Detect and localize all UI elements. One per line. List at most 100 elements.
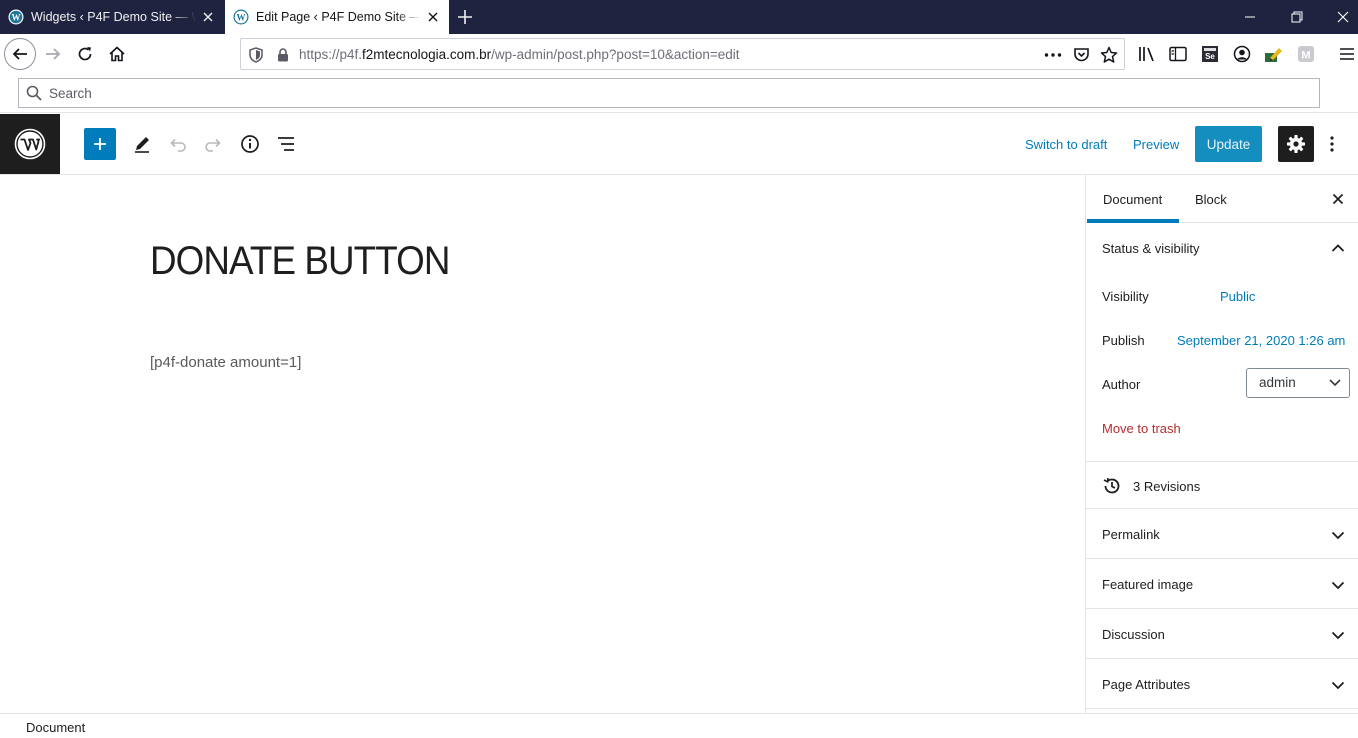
forward-button[interactable] [37,38,69,70]
reload-icon [78,47,92,61]
status-visibility-panel-toggle[interactable]: Status & visibility [1102,241,1200,256]
lock-icon[interactable] [274,46,292,64]
close-icon [1332,193,1344,205]
chevron-down-icon[interactable] [1330,677,1346,693]
tab-close-icon[interactable] [425,9,441,25]
breadcrumb-document[interactable]: Document [26,720,85,735]
author-label: Author [1102,377,1141,392]
hamburger-menu-icon[interactable] [1336,43,1358,65]
account-icon[interactable] [1231,43,1253,65]
vertical-ellipsis-icon [1330,136,1334,152]
tab-close-icon[interactable] [200,9,216,25]
reload-button[interactable] [69,38,101,70]
content-structure-button[interactable] [236,130,264,158]
visibility-toggle[interactable]: Public [1220,289,1255,304]
extension-m-icon[interactable]: M [1295,43,1317,65]
sidebar-toggle-icon[interactable] [1167,43,1189,65]
tab-document[interactable]: Document [1103,192,1162,207]
editor-canvas: DONATE BUTTON [p4f-donate amount=1] [0,175,1085,713]
arrow-right-icon [46,48,61,60]
editor-header: Switch to draft Preview Update [0,114,1358,175]
wordpress-logo-icon [14,128,46,160]
wordpress-favicon-icon: W [233,9,249,25]
restore-window-icon[interactable] [1286,6,1308,28]
extension-pencil-icon[interactable] [1263,43,1285,65]
home-icon [109,46,125,62]
list-view-icon [278,137,294,151]
gear-icon [1287,135,1305,153]
minimize-window-icon[interactable] [1239,6,1261,28]
home-button[interactable] [101,38,133,70]
settings-button[interactable] [1278,126,1314,162]
add-block-button[interactable] [84,128,116,160]
undo-icon [170,138,186,152]
browser-nav-bar: https://p4f.f2mtecnologia.com.br/wp-admi… [0,34,1358,74]
url-bar[interactable]: https://p4f.f2mtecnologia.com.br/wp-admi… [240,38,1125,70]
visibility-label: Visibility [1102,289,1149,304]
url-path: /wp-admin/post.php?post=10&action=edit [491,47,740,62]
update-button[interactable]: Update [1195,126,1262,162]
chevron-down-icon[interactable] [1330,527,1346,543]
undo-button[interactable] [164,130,192,158]
browser-tab-edit-page[interactable]: W Edit Page ‹ P4F Demo Site — WordPress [225,0,449,34]
redo-icon [205,138,221,152]
tracking-shield-icon[interactable] [247,46,265,64]
block-navigation-button[interactable] [272,130,300,158]
chevron-down-icon[interactable] [1330,577,1346,593]
search-input[interactable]: Search [18,78,1320,108]
redo-button[interactable] [199,130,227,158]
divider [1086,708,1358,709]
close-sidebar-button[interactable] [1330,191,1346,207]
library-icon[interactable] [1136,43,1158,65]
svg-text:M: M [1301,50,1310,62]
tab-block[interactable]: Block [1195,192,1227,207]
revisions-link[interactable]: 3 Revisions [1102,476,1200,496]
chevron-up-icon[interactable] [1330,240,1346,256]
page-attributes-panel-toggle[interactable]: Page Attributes [1102,677,1190,692]
url-domain: f2mtecnologia.com.br [362,47,492,62]
sidebar-tabs: Document Block [1086,175,1358,223]
author-select[interactable]: admin [1246,368,1350,398]
browser-tab-widgets[interactable]: W Widgets ‹ P4F Demo Site — WordPress [0,0,224,34]
chevron-down-icon[interactable] [1330,627,1346,643]
publish-date-toggle[interactable]: September 21, 2020 1:26 am [1177,333,1345,348]
featured-image-panel-toggle[interactable]: Featured image [1102,577,1193,592]
discussion-panel-toggle[interactable]: Discussion [1102,627,1165,642]
browser-tab-strip: W Widgets ‹ P4F Demo Site — WordPress W … [0,0,1358,34]
tools-edit-button[interactable] [128,130,156,158]
switch-to-draft-button[interactable]: Switch to draft [1025,137,1107,152]
back-button[interactable] [4,38,36,70]
url-text: https://p4f.f2mtecnologia.com.br/wp-admi… [299,47,740,62]
move-to-trash-button[interactable]: Move to trash [1102,421,1181,436]
search-icon [26,85,42,101]
pocket-icon[interactable] [1072,46,1090,64]
divider [1086,461,1358,462]
wordpress-favicon-icon: W [8,9,24,25]
arrow-left-icon [12,48,27,60]
settings-sidebar: Document Block Status & visibility Visib… [1085,175,1358,713]
divider [1086,608,1358,609]
plus-icon [94,138,106,150]
permalink-panel-toggle[interactable]: Permalink [1102,527,1160,542]
post-title[interactable]: DONATE BUTTON [150,239,450,284]
wordpress-logo-button[interactable] [0,114,60,174]
info-icon [241,135,259,153]
more-options-button[interactable] [1322,130,1342,158]
author-selected-value: admin [1259,375,1296,390]
close-window-icon[interactable] [1332,6,1354,28]
divider [1086,508,1358,509]
preview-button[interactable]: Preview [1133,137,1179,152]
revisions-label: 3 Revisions [1133,478,1201,494]
new-tab-icon[interactable] [456,8,474,26]
search-bar-row: Search [0,74,1358,113]
selenium-extension-icon[interactable]: Se [1199,43,1221,65]
active-tab-indicator [1087,219,1179,223]
page-actions-icon[interactable] [1044,46,1062,64]
svg-text:W: W [237,13,246,23]
shortcode-block[interactable]: [p4f-donate amount=1] [150,354,301,371]
divider [1086,658,1358,659]
svg-text:W: W [12,13,21,23]
tab-title: Widgets ‹ P4F Demo Site — WordPress [31,10,196,24]
search-placeholder: Search [49,86,92,101]
bookmark-star-icon[interactable] [1100,46,1118,64]
